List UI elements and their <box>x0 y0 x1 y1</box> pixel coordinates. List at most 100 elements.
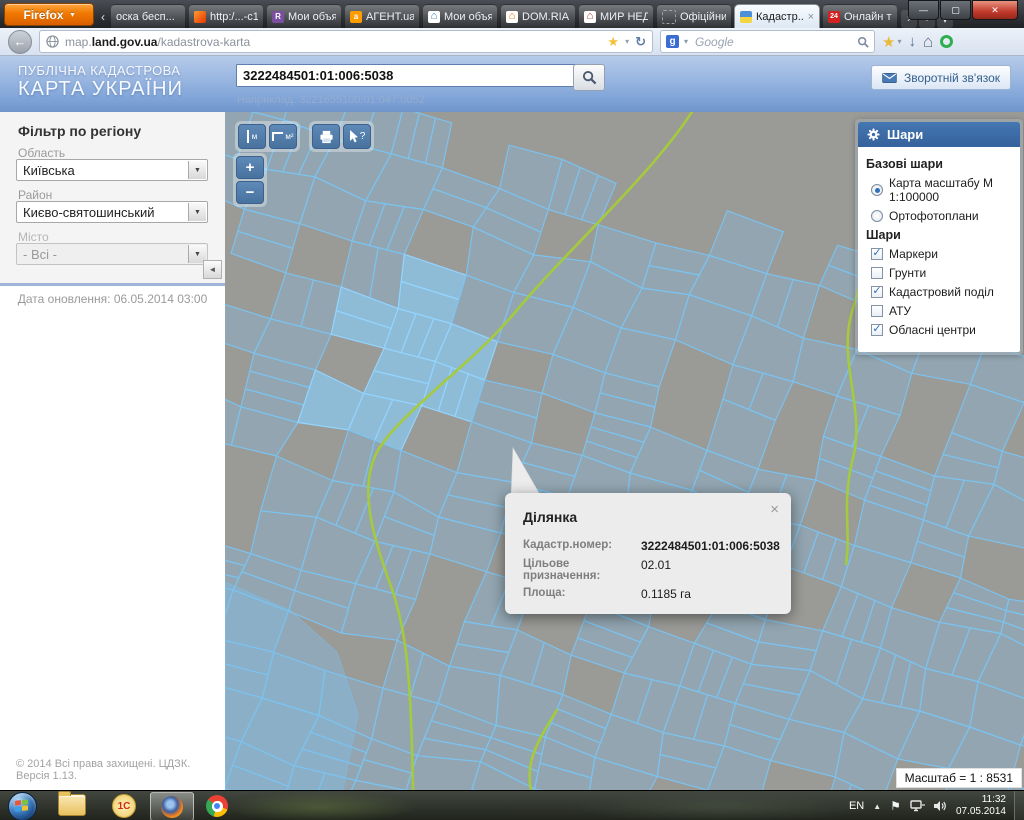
sidebar-collapse-button[interactable]: ◄ <box>203 260 222 279</box>
tab-scroll-left-icon[interactable]: ‹ <box>96 6 110 28</box>
tab-ofitsiyniy[interactable]: Офіційний ... <box>656 4 732 28</box>
option-label: Карта масштабу М 1:100000 <box>889 176 1012 204</box>
chevron-down-icon: ▾ <box>897 37 901 46</box>
tab-dom-ria[interactable]: ⌂ DOM.RIA.c... <box>500 4 576 28</box>
measure-area-button[interactable]: м² <box>269 124 297 149</box>
web-search-box[interactable]: g ▾ <box>660 30 875 53</box>
identify-button[interactable]: ? <box>343 124 371 149</box>
measure-tools-group: м м² <box>235 121 300 152</box>
site-badge-icon: 24 <box>828 11 840 23</box>
search-icon[interactable] <box>857 36 869 48</box>
clock[interactable]: 11:32 07.05.2014 <box>956 794 1006 819</box>
tab-agent-ua[interactable]: a АГЕНТ.ua - ... <box>344 4 420 28</box>
layer-option-oblast-centers[interactable]: ✓ Обласні центри <box>871 323 1012 337</box>
option-label: Кадастровий поділ <box>889 285 994 299</box>
explorer-taskbar-icon[interactable] <box>58 794 86 816</box>
tab-kadastr-active[interactable]: Кадастр... × <box>734 4 820 28</box>
field-label-misto: Місто <box>18 230 49 244</box>
screen: Firefox ▾ ‹ оска бесп... http:/...-c1-t5… <box>0 0 1024 820</box>
popup-row-cadastral-number: Кадастр.номер: 3222484501:01:006:5038 <box>523 539 781 553</box>
tab-label: http:/...-c1-t5 <box>210 11 258 23</box>
chevron-down-icon[interactable]: ▾ <box>684 37 688 46</box>
measure-length-button[interactable]: м <box>238 124 266 149</box>
close-button[interactable]: ✕ <box>972 0 1018 20</box>
checkbox[interactable]: ✓ <box>871 324 883 336</box>
data-updated-text: Дата оновлення: 06.05.2014 03:00 <box>0 292 225 306</box>
zoom-out-button[interactable]: − <box>236 181 264 204</box>
reload-icon[interactable]: ↻ <box>635 34 646 50</box>
radio-button[interactable] <box>871 210 883 222</box>
rayon-select[interactable]: Києво-святошинський ▼ <box>16 201 208 223</box>
back-button[interactable]: ← <box>8 30 32 54</box>
copyright-text: © 2014 Всі права захищені. ЦДЗК. Версія … <box>16 758 225 782</box>
tab-moi-obyav-2[interactable]: ⌂ Мои объяв... <box>422 4 498 28</box>
layer-option-cadastral[interactable]: ✓ Кадастровий поділ <box>871 285 1012 299</box>
site-badge-icon: a <box>350 11 362 23</box>
action-center-flag-icon[interactable]: ⚑ <box>890 799 901 813</box>
popup-rows: Кадастр.номер: 3222484501:01:006:5038 Ці… <box>523 539 781 606</box>
chrome-taskbar-icon[interactable] <box>206 795 228 817</box>
envelope-icon <box>882 73 897 83</box>
layers-panel-header[interactable]: Шари <box>858 122 1020 147</box>
base-layer-option-map[interactable]: Карта масштабу М 1:100000 <box>871 176 1012 204</box>
chevron-down-icon: ▾ <box>71 10 75 19</box>
map-actions-group: ? <box>309 121 374 152</box>
print-button[interactable] <box>312 124 340 149</box>
tab-close-icon[interactable]: × <box>808 11 814 23</box>
option-label: Грунти <box>889 266 926 280</box>
oblast-select[interactable]: Київська ▼ <box>16 159 208 181</box>
chevron-down-icon[interactable]: ▼ <box>188 161 206 179</box>
1c-taskbar-icon[interactable]: 1С <box>112 794 136 818</box>
home-button[interactable]: ⌂ <box>923 32 933 52</box>
flame-icon <box>194 11 206 23</box>
tray-date: 07.05.2014 <box>956 806 1006 817</box>
tab-mir-nedv[interactable]: ⌂ МИР НЕДВ... <box>578 4 654 28</box>
layer-option-atu[interactable]: ✓ АТУ <box>871 304 1012 318</box>
tab-doska[interactable]: оска бесп... <box>110 4 186 28</box>
downloads-button[interactable]: ↓ <box>908 33 916 50</box>
tab-moi-obyav-1[interactable]: R Мои объяв... <box>266 4 342 28</box>
close-icon[interactable]: × <box>770 501 779 518</box>
language-indicator[interactable]: EN <box>849 800 864 812</box>
feedback-button[interactable]: Зворотній зв'язок <box>871 65 1011 90</box>
google-icon[interactable]: g <box>666 35 679 48</box>
firefox-taskbar-icon-active[interactable] <box>150 792 194 820</box>
tab-online-tra[interactable]: 24 Онлайн тра... <box>822 4 898 28</box>
checkbox[interactable]: ✓ <box>871 267 883 279</box>
web-search-input[interactable] <box>693 34 852 50</box>
cadastral-search-button[interactable] <box>573 64 605 91</box>
row-label: Цільове призначення: <box>523 558 641 582</box>
checkbox[interactable]: ✓ <box>871 305 883 317</box>
base-layer-option-ortho[interactable]: Ортофотоплани <box>871 209 1012 223</box>
layer-option-soils[interactable]: ✓ Грунти <box>871 266 1012 280</box>
row-label: Кадастр.номер: <box>523 539 641 553</box>
volume-icon[interactable] <box>934 800 947 812</box>
bookmark-star-icon[interactable]: ★ <box>607 34 619 50</box>
checkbox[interactable]: ✓ <box>871 286 883 298</box>
zoom-in-button[interactable]: + <box>236 156 264 179</box>
base-layers-title: Базові шари <box>866 157 1012 171</box>
browser-tab-bar: Firefox ▾ ‹ оска бесп... http:/...-c1-t5… <box>0 0 1024 28</box>
minimize-button[interactable]: — <box>908 0 939 20</box>
row-value: 3222484501:01:006:5038 <box>641 539 780 553</box>
network-icon[interactable] <box>910 800 925 812</box>
chevron-down-icon[interactable]: ▾ <box>625 37 629 46</box>
map-container: м м² ? <box>225 112 1024 790</box>
checkbox[interactable]: ✓ <box>871 248 883 260</box>
maximize-button[interactable]: ▢ <box>940 0 971 20</box>
bookmarks-panel-button[interactable]: ★ ▾ <box>882 33 901 51</box>
url-bar[interactable]: map.land.gov.ua/kadastrova-karta ★ ▾ ↻ <box>39 30 653 53</box>
extension-icon[interactable] <box>940 35 953 48</box>
start-button[interactable] <box>8 792 37 820</box>
cadastral-search-input[interactable] <box>236 64 576 87</box>
hidden-icons-arrow[interactable]: ▲ <box>873 802 881 811</box>
tab-http[interactable]: http:/...-c1-t5 <box>188 4 264 28</box>
show-desktop-button[interactable] <box>1014 791 1024 820</box>
measure-area-icon <box>272 132 283 141</box>
layer-option-markers[interactable]: ✓ Маркери <box>871 247 1012 261</box>
firefox-menu-button[interactable]: Firefox ▾ <box>4 3 94 26</box>
chevron-down-icon[interactable]: ▼ <box>188 203 206 221</box>
misto-select[interactable]: - Всі - ▼ <box>16 243 208 265</box>
radio-button[interactable] <box>871 184 883 196</box>
cursor-icon <box>349 130 359 143</box>
